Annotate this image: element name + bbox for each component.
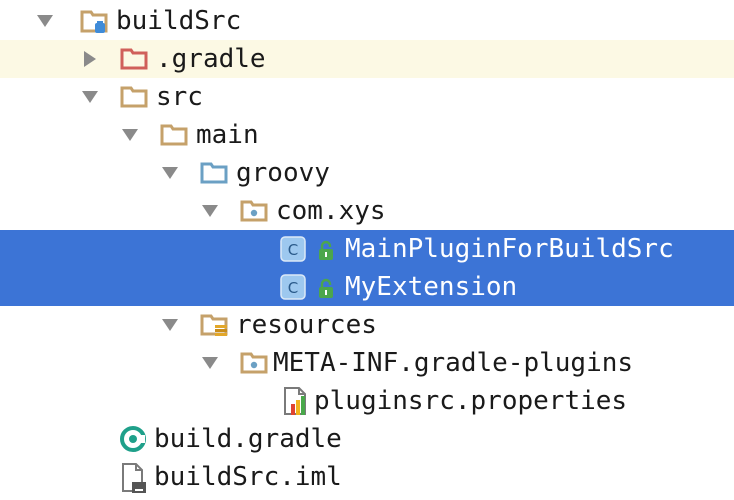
resources-folder-icon [200,313,228,337]
chevron-down-icon[interactable] [158,154,182,192]
chevron-down-icon[interactable] [78,78,102,116]
lock-icon [316,277,336,299]
chevron-down-icon[interactable] [118,116,142,154]
project-tree: buildSrc .gradle src main groovy com.xys… [0,0,734,500]
iml-file-icon [120,462,148,494]
module-folder-icon [80,9,108,33]
tree-row-mainpluginforbuildsrc[interactable]: C MainPluginForBuildSrc [0,230,734,268]
tree-row-groovy[interactable]: groovy [0,154,734,192]
gradle-icon [119,425,147,453]
class-icon: C [280,236,306,262]
tree-row-pluginsrc-properties[interactable]: pluginsrc.properties [0,382,734,420]
tree-item-label: main [196,120,259,150]
package-icon [240,351,268,375]
chevron-down-icon[interactable] [33,2,57,40]
chevron-right-icon[interactable] [78,40,102,78]
folder-icon [120,85,148,109]
tree-row-gradle-dir[interactable]: .gradle [0,40,734,78]
package-icon [240,199,268,223]
tree-row-resources[interactable]: resources [0,306,734,344]
chevron-down-icon[interactable] [198,344,222,382]
tree-row-src[interactable]: src [0,78,734,116]
tree-item-label: buildSrc [116,6,242,36]
tree-item-label: MainPluginForBuildSrc [345,234,674,264]
tree-item-label: com.xys [276,196,386,226]
tree-item-label: pluginsrc.properties [314,386,628,416]
class-icon: C [280,274,306,300]
tree-item-label: buildSrc.iml [154,462,342,492]
folder-icon [160,123,188,147]
svg-text:C: C [288,241,298,259]
source-folder-icon [200,161,228,185]
tree-row-meta-inf[interactable]: META-INF.gradle-plugins [0,344,734,382]
lock-icon [316,239,336,261]
tree-row-buildsrc[interactable]: buildSrc [0,2,734,40]
chevron-down-icon[interactable] [158,306,182,344]
tree-item-label: META-INF.gradle-plugins [273,348,634,378]
tree-item-label: resources [236,310,377,340]
tree-row-buildsrc-iml[interactable]: buildSrc.iml [0,458,734,496]
tree-item-label: MyExtension [345,272,518,302]
properties-file-icon [282,386,310,416]
chevron-down-icon[interactable] [198,192,222,230]
tree-row-com-xys[interactable]: com.xys [0,192,734,230]
tree-row-myextension[interactable]: C MyExtension [0,268,734,306]
svg-text:C: C [288,279,298,297]
tree-row-build-gradle[interactable]: build.gradle [0,420,734,458]
tree-item-label: groovy [236,158,330,188]
excluded-folder-icon [120,47,148,71]
tree-item-label: src [156,82,203,112]
tree-row-main[interactable]: main [0,116,734,154]
tree-item-label: .gradle [156,44,266,74]
tree-item-label: build.gradle [154,424,342,454]
